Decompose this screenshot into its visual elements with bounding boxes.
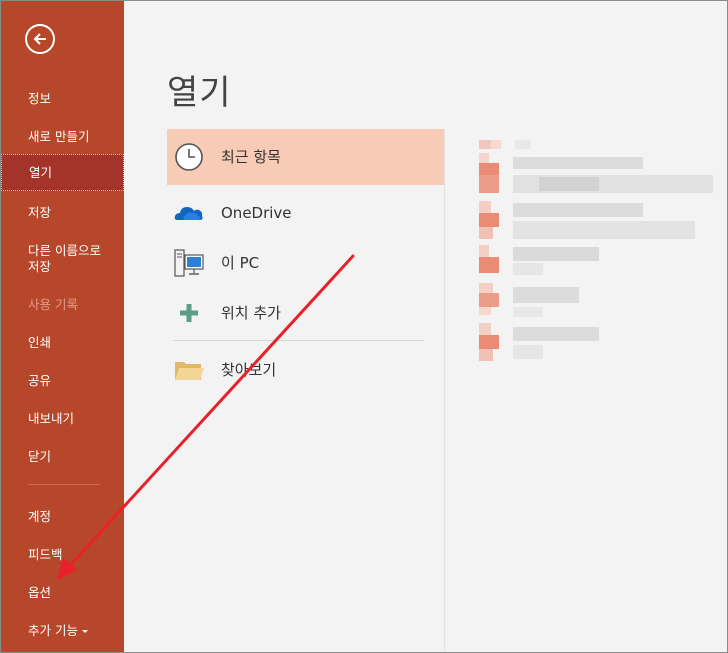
clock-icon [175,143,203,171]
place-recent[interactable]: 최근 항목 [167,129,444,185]
backstage-sidebar: 정보 새로 만들기 열기 저장 다른 이름으로 저장 사용 기록 인쇄 공유 내… [1,1,124,652]
place-browse[interactable]: 찾아보기 [167,342,444,398]
nav-item-save[interactable]: 저장 [1,202,124,221]
nav-item-export[interactable]: 내보내기 [1,408,124,427]
sidebar-divider [28,484,100,485]
nav-item-addins-label: 추가 기능 [28,623,78,638]
page-title: 열기 [167,73,232,113]
place-label: 이 PC [221,254,260,272]
nav-item-open[interactable]: 열기 [1,154,124,191]
nav-item-close[interactable]: 닫기 [1,446,124,465]
nav-item-print[interactable]: 인쇄 [1,332,124,351]
backstage-window: 정보 새로 만들기 열기 저장 다른 이름으로 저장 사용 기록 인쇄 공유 내… [0,0,728,653]
recent-file-text [539,177,599,191]
recent-file-icon [479,293,499,307]
recent-file-icon [479,227,493,239]
caret-down-icon [81,630,88,633]
nav-item-save-as-line2[interactable]: 저장 [1,256,124,275]
place-label: OneDrive [221,204,292,222]
place-onedrive[interactable]: OneDrive [167,185,444,241]
recent-file-icon [479,323,491,335]
recent-file-text [515,140,531,149]
place-label: 위치 추가 [221,304,281,322]
nav-item-addins[interactable]: 추가 기능 [1,620,124,639]
nav-item-account[interactable]: 계정 [1,506,124,525]
recent-file-icon [479,163,499,175]
nav-item-share[interactable]: 공유 [1,370,124,389]
recent-file-text [513,287,579,303]
place-label: 찾아보기 [221,361,277,379]
recent-file-text [513,263,543,275]
recent-file-icon [479,245,489,257]
recent-file-icon [479,349,493,361]
place-this-pc[interactable]: 이 PC [167,235,444,291]
recent-file-text [513,157,643,169]
cloud-icon [174,207,203,220]
nav-item-feedback[interactable]: 피드백 [1,544,124,563]
panel-divider [444,129,445,652]
recent-file-text [513,203,643,217]
recent-file-icon [479,283,493,293]
arrow-left-icon [33,33,46,45]
nav-item-new[interactable]: 새로 만들기 [1,126,124,145]
computer-icon [174,249,204,277]
recent-file-text [513,307,543,317]
places-divider [173,340,424,341]
recent-file-icon [479,307,491,315]
recent-file-icon [479,213,499,227]
recent-file-text [513,345,543,359]
nav-item-info[interactable]: 정보 [1,88,124,107]
back-button[interactable] [25,24,55,54]
place-add-location[interactable]: 위치 추가 [167,285,444,341]
folder-icon [175,362,204,380]
place-label: 최근 항목 [221,148,281,166]
plus-icon [180,304,198,322]
recent-file-text [513,247,599,261]
recent-file-text [513,221,695,239]
recent-file-icon [479,175,499,193]
recent-file-icon [479,140,491,149]
recent-file-icon [479,335,499,349]
nav-item-options[interactable]: 옵션 [1,582,124,601]
recent-files-blurred [479,137,724,377]
recent-file-text [513,327,599,341]
nav-item-history: 사용 기록 [28,297,78,312]
recent-file-icon [479,153,489,163]
recent-file-icon [479,201,491,213]
recent-file-icon [479,257,499,273]
recent-file-icon [491,140,501,149]
